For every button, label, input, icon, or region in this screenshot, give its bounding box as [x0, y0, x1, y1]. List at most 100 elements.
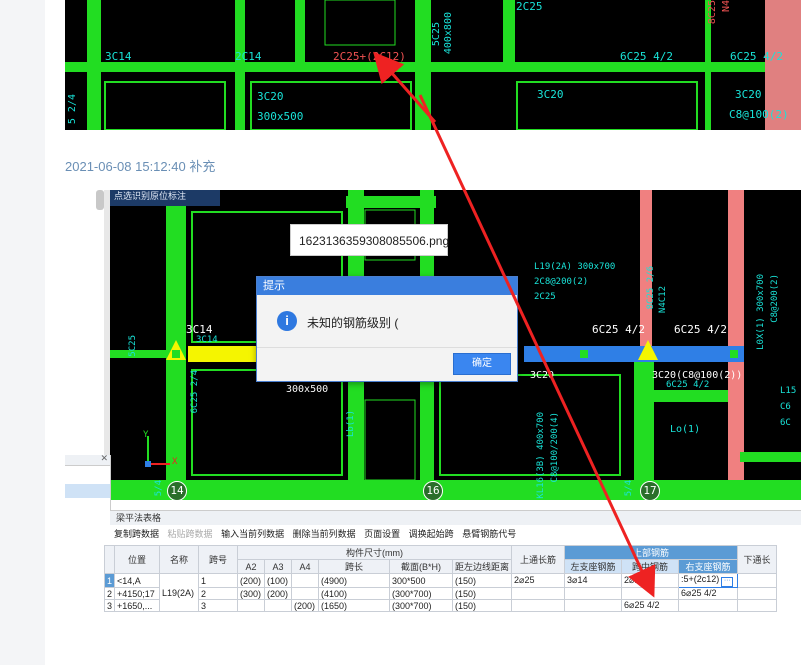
left-panel-selected-row[interactable] — [65, 484, 110, 498]
cell[interactable] — [511, 599, 566, 612]
cad-label: 2C25 — [516, 0, 543, 13]
cell[interactable] — [291, 573, 320, 588]
scrollbar-thumb[interactable] — [96, 190, 104, 210]
cell[interactable]: L19(2A) — [159, 573, 200, 612]
cad-label: 400x800 — [443, 12, 454, 55]
row-index: 3 — [103, 599, 116, 612]
cell[interactable]: 300*500 — [389, 573, 454, 588]
cad-label: 3C20 — [537, 88, 564, 101]
recognition-panel-header[interactable]: 点选识别原位标注 — [110, 190, 220, 206]
cad-label: L0X(1) 300x700 — [756, 274, 766, 350]
cell[interactable]: (150) — [452, 573, 513, 588]
cell[interactable] — [621, 587, 680, 600]
col-header: 距左边线距离 — [452, 559, 513, 574]
cell[interactable] — [678, 599, 739, 612]
col-header: 上通长筋 — [511, 545, 566, 574]
cell[interactable]: 2⌀25 — [511, 573, 566, 588]
cell-editing[interactable]: :5+(2c12) ··· — [678, 573, 739, 588]
cell-value: :5+(2c12) — [681, 574, 720, 584]
cell[interactable]: (200) — [291, 599, 320, 612]
cell[interactable]: (300*700) — [389, 587, 454, 600]
col-header: 左支座钢筋 — [564, 559, 623, 574]
cell[interactable] — [564, 599, 623, 612]
cad-label: 5/4 — [624, 480, 634, 497]
cad-label: C6 — [780, 402, 791, 412]
row-index: 2 — [103, 587, 116, 600]
cell[interactable]: (300*700) — [389, 599, 454, 612]
table-row[interactable]: 1 <14,A L19(2A) 1 (200) (100) (4900) 300… — [103, 573, 778, 612]
col-header: A2 — [237, 559, 266, 574]
swap-start-span-button[interactable]: 调换起始跨 — [409, 529, 454, 539]
supplement-timestamp: 2021-06-08 15:12:40 补充 — [65, 159, 216, 174]
col-header: A3 — [264, 559, 293, 574]
ok-button[interactable]: 确定 — [453, 353, 511, 375]
cad-label: 6C25 4/2 — [620, 50, 673, 63]
left-panel-header: ✕ — [65, 453, 110, 466]
page-setup-button[interactable]: 页面设置 — [364, 529, 400, 539]
col-header: 截面(B*H) — [389, 559, 454, 574]
cell[interactable] — [737, 587, 778, 600]
cell[interactable]: 2⌀14 — [621, 573, 680, 588]
cad-label: C8@200(2) — [770, 274, 780, 323]
beam-table-panel: 梁平法表格 复制跨数据 粘贴跨数据 输入当前列数据 删除当前列数据 页面设置 调… — [103, 510, 801, 621]
cell[interactable]: (200) — [237, 573, 266, 588]
cell[interactable]: 3⌀14 — [564, 573, 623, 588]
cell[interactable]: (300) — [237, 587, 266, 600]
input-column-button[interactable]: 输入当前列数据 — [221, 529, 284, 539]
cad-label: 3C14 — [196, 335, 218, 345]
ellipsis-icon[interactable]: ··· — [721, 577, 734, 587]
copy-span-button[interactable]: 复制跨数据 — [114, 529, 159, 539]
cad-label: Lb(1) — [346, 410, 356, 438]
cell[interactable] — [737, 573, 778, 588]
cell[interactable]: +4150;17 — [114, 587, 161, 600]
cell[interactable]: (150) — [452, 599, 513, 612]
cell[interactable] — [264, 599, 293, 612]
cell[interactable]: 1 — [198, 573, 239, 588]
table-row[interactable]: 2 +4150;17 2 (300) (200) (4100) (300*700… — [103, 587, 778, 600]
cell[interactable]: <14,A — [114, 573, 161, 588]
cell[interactable] — [737, 599, 778, 612]
image-filename-tooltip: 1623136359308085506.png — [290, 224, 449, 256]
close-icon[interactable]: ✕ — [100, 453, 108, 464]
cad-label: 6C25 2/4 — [190, 370, 200, 414]
col-header: 跨中钢筋 — [621, 559, 680, 574]
row-index: 1 — [103, 573, 116, 588]
col-header: 构件尺寸(mm) — [237, 545, 513, 560]
cell[interactable]: 6⌀25 4/2 — [621, 599, 680, 612]
cell[interactable]: (100) — [264, 573, 293, 588]
cell[interactable]: 3 — [198, 599, 239, 612]
cad-label: L15 — [780, 386, 797, 396]
axis-x-label: X — [172, 457, 178, 467]
table-row[interactable]: 3 +1650,... 3 (200) (1650) (300*700) (15… — [103, 599, 778, 612]
cell[interactable]: +1650,... — [114, 599, 161, 612]
cell[interactable]: (150) — [452, 587, 513, 600]
cell[interactable]: (200) — [264, 587, 293, 600]
cad-label: 6C25 4/2 — [592, 323, 645, 336]
dialog-divider — [257, 347, 517, 348]
cad-label: 5C25 — [128, 335, 138, 357]
cad-label: 3C14 — [105, 50, 132, 63]
col-header: 名称 — [159, 545, 200, 574]
cell[interactable]: 6⌀25 4/2 — [678, 587, 739, 600]
delete-column-button[interactable]: 删除当前列数据 — [293, 529, 356, 539]
col-header: 位置 — [114, 545, 161, 574]
col-header: 上部钢筋 — [564, 545, 739, 560]
cell[interactable]: (4100) — [318, 587, 391, 600]
dialog-title: 提示 — [257, 277, 517, 295]
cad-screenshot-top: 3C14 2C14 2C25+(2C12) 5C25 400x800 2C25 … — [65, 0, 801, 130]
grid-axis-marker: 17 — [640, 481, 660, 500]
cell[interactable] — [291, 587, 320, 600]
cell[interactable]: (4900) — [318, 573, 391, 588]
cell[interactable] — [564, 587, 623, 600]
cell[interactable]: 2 — [198, 587, 239, 600]
dialog-message: 未知的钢筋级别 ( — [307, 316, 399, 330]
paste-span-button[interactable]: 粘贴跨数据 — [168, 529, 213, 539]
cell[interactable]: (1650) — [318, 599, 391, 612]
cad-label-highlight: 2C25+(2C12) — [333, 50, 406, 63]
col-header: A4 — [291, 559, 320, 574]
cantilever-code-button[interactable]: 悬臂钢筋代号 — [462, 529, 516, 539]
grid-axis-marker: 16 — [423, 481, 443, 500]
table-panel-title: 梁平法表格 — [110, 511, 801, 525]
cell[interactable] — [237, 599, 266, 612]
cell[interactable] — [511, 587, 566, 600]
